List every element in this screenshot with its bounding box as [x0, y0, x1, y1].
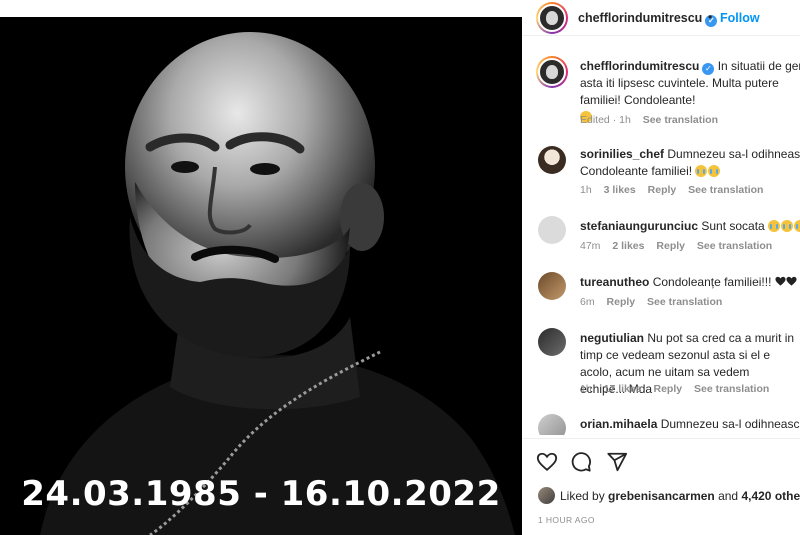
caption-edited: Edited · 1h	[580, 114, 631, 126]
reply-button[interactable]: Reply	[653, 383, 682, 395]
crying-face-emoji-icon	[695, 165, 708, 177]
caption-meta: Edited · 1h See translation	[580, 114, 727, 126]
comment-likes[interactable]: 2 likes	[612, 240, 644, 252]
comment-username[interactable]: sorinilies_chef	[580, 147, 664, 161]
photo-top-strip	[0, 0, 522, 17]
crying-face-emoji-icon	[708, 165, 721, 177]
author-username[interactable]: chefflorindumitrescu	[578, 11, 702, 25]
reply-button[interactable]: Reply	[607, 296, 636, 308]
comment-meta: 1h 17 likes Reply See translation	[580, 383, 778, 395]
paper-plane-icon[interactable]	[606, 451, 628, 473]
post-photo: 24.03.1985 - 16.10.2022	[0, 0, 522, 535]
comment-username[interactable]: orian.mihaela	[580, 417, 657, 431]
see-translation-button[interactable]: See translation	[694, 383, 769, 395]
post-timestamp[interactable]: 1 HOUR AGO	[538, 515, 595, 525]
comment-time: 1h	[580, 383, 592, 395]
comment-username[interactable]: tureanutheo	[580, 275, 649, 289]
liked-by-count[interactable]: 4,420 others	[741, 489, 800, 503]
liked-by-middle: and	[714, 489, 742, 503]
black-heart-emoji-icon	[775, 276, 786, 286]
comment-likes[interactable]: 3 likes	[604, 184, 636, 196]
comment-text: Sunt socata	[701, 219, 765, 233]
author-username-wrap: chefflorindumitrescu ✓	[578, 11, 718, 27]
heart-outline-icon[interactable]	[536, 451, 558, 473]
liked-by-prefix: Liked by	[560, 489, 609, 503]
see-translation-button[interactable]: See translation	[697, 240, 772, 252]
black-heart-emoji-icon	[786, 276, 797, 286]
crying-face-emoji-icon	[768, 220, 781, 232]
comment-time: 47m	[580, 240, 601, 252]
comment-meta: 47m 2 likes Reply See translation	[580, 240, 781, 252]
crying-face-emoji-icon	[781, 220, 794, 232]
see-translation-button[interactable]: See translation	[643, 114, 718, 126]
comment-username[interactable]: stefaniaungurunciuc	[580, 219, 698, 233]
commenter-avatar[interactable]	[538, 414, 566, 435]
post-actions: Liked by grebenisancarmen and 4,420 othe…	[522, 438, 800, 526]
follow-button[interactable]: Follow	[720, 11, 760, 25]
comment-bubble-icon[interactable]	[570, 451, 592, 473]
comment-body: tureanutheo Condoleanțe familiei!!!	[580, 274, 800, 291]
comment-body: stefaniaungurunciuc Sunt socata	[580, 218, 800, 235]
liker-avatar[interactable]	[538, 487, 555, 504]
commenter-avatar[interactable]	[538, 328, 566, 356]
comment-body: sorinilies_chef Dumnezeu sa-l odihneasca…	[580, 146, 800, 180]
post-sidebar: chefflorindumitrescu ✓ • Follow chefflori…	[522, 0, 800, 535]
verified-badge-icon: ✓	[702, 63, 715, 75]
comment-text: Condoleanțe familiei!!!	[652, 275, 772, 289]
comment-time: 6m	[580, 296, 595, 308]
separator-dot: •	[708, 10, 713, 24]
crying-face-emoji-icon	[794, 220, 800, 232]
reply-button[interactable]: Reply	[648, 184, 677, 196]
comment-likes[interactable]: 17 likes	[604, 383, 642, 395]
comment-meta: 1h 3 likes Reply See translation	[580, 184, 772, 196]
reply-button[interactable]: Reply	[656, 240, 685, 252]
comment-time: 1h	[580, 184, 592, 196]
author-avatar[interactable]	[536, 2, 568, 34]
portrait-image	[0, 17, 522, 535]
comment-meta: 6m Reply See translation	[580, 296, 731, 308]
caption-username[interactable]: chefflorindumitrescu	[580, 59, 699, 73]
commenter-avatar[interactable]	[538, 216, 566, 244]
comment-text: Dumnezeu sa-l odihneasca	[660, 417, 800, 431]
photo-date-caption: 24.03.1985 - 16.10.2022	[21, 474, 501, 514]
commenter-avatar[interactable]	[538, 272, 566, 300]
likes-summary: Liked by grebenisancarmen and 4,420 othe…	[538, 487, 800, 504]
post-header: chefflorindumitrescu ✓ • Follow	[522, 0, 800, 36]
commenter-avatar[interactable]	[538, 146, 566, 174]
comment-username[interactable]: negutiulian	[580, 331, 644, 345]
comment-body: orian.mihaela Dumnezeu sa-l odihneasca	[580, 416, 800, 433]
see-translation-button[interactable]: See translation	[688, 184, 763, 196]
caption-avatar[interactable]	[536, 56, 568, 88]
comments-list[interactable]: chefflorindumitrescu✓ In situatii de gen…	[522, 50, 800, 435]
see-translation-button[interactable]: See translation	[647, 296, 722, 308]
liked-by-user[interactable]: grebenisancarmen	[608, 489, 715, 503]
